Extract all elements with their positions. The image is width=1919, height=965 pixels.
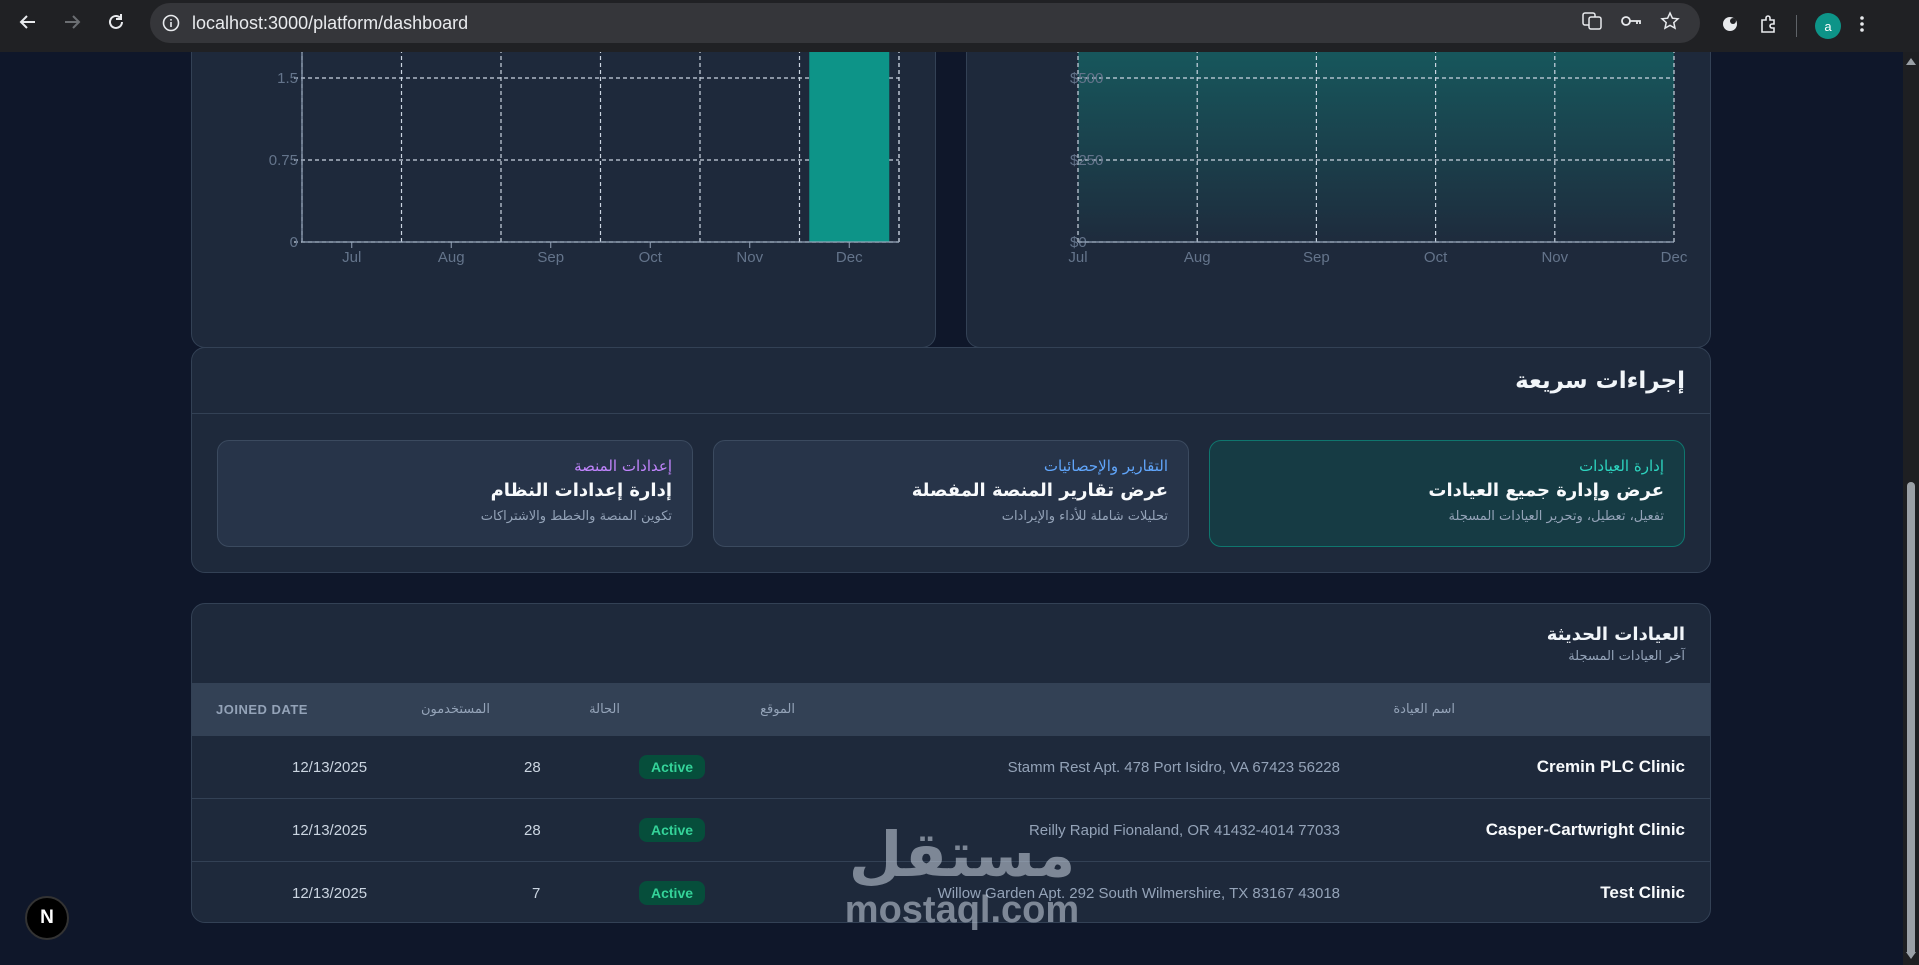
x-tick-label: Sep <box>537 249 564 266</box>
table-row[interactable]: Cremin PLC Clinic Stamm Rest Apt. 478 Po… <box>192 735 1710 798</box>
table-header: اسم العيادة الموقع الحالة المستخدمون JOI… <box>192 683 1710 735</box>
action-category: إدارة العيادات <box>1579 457 1664 475</box>
action-description: تحليلات شاملة للأداء والإيرادات <box>1001 509 1168 524</box>
clinic-joined: 12/13/2025 <box>292 884 368 902</box>
platform-settings-action[interactable]: إعدادات المنصة إدارة إعدادات النظام تكوي… <box>217 440 693 547</box>
extension-icon[interactable] <box>1720 14 1740 38</box>
x-tick-label: Nov <box>1541 249 1568 266</box>
recent-clinics-panel: العيادات الحديثة آخر العيادات المسجلة اس… <box>191 603 1711 923</box>
clinic-users: 7 <box>532 884 541 902</box>
area-chart-card: $0 $250 $500 Jul Aug Sep Oct Nov Dec <box>966 52 1711 348</box>
nextjs-dev-button[interactable]: N <box>25 896 69 940</box>
status-badge: Active <box>639 818 706 842</box>
x-tick-label: Oct <box>1424 249 1448 266</box>
x-tick-label: Nov <box>736 249 763 266</box>
menu-dots-icon[interactable] <box>1859 14 1865 38</box>
scroll-up-arrow[interactable] <box>1906 58 1916 65</box>
clinic-name[interactable]: Casper-Cartwright Clinic <box>1486 799 1685 861</box>
browser-toolbar: localhost:3000/platform/dashboard a <box>0 0 1919 52</box>
col-joined-date: JOINED DATE <box>216 701 308 717</box>
bar <box>809 52 890 242</box>
toolbar-divider <box>1796 15 1797 37</box>
extensions-area: a <box>1720 6 1865 46</box>
quick-actions-header: إجراءات سريعة <box>192 348 1710 414</box>
clinic-status: Active <box>639 862 706 922</box>
col-users: المستخدمون <box>420 701 490 717</box>
x-tick-label: Jul <box>342 249 361 266</box>
action-category: التقارير والإحصائيات <box>1043 457 1168 475</box>
y-tick-label: 1.5 <box>277 70 298 87</box>
clinic-location: Willow Garden Apt. 292 South Wilmershire… <box>937 884 1340 902</box>
clinic-location: Stamm Rest Apt. 478 Port Isidro, VA 6742… <box>1007 758 1340 776</box>
reload-icon[interactable] <box>96 2 136 42</box>
y-tick-label: $500 <box>1070 70 1103 87</box>
puzzle-icon[interactable] <box>1758 14 1778 38</box>
status-badge: Active <box>639 881 706 905</box>
recent-clinics-subtitle: آخر العيادات المسجلة <box>1568 649 1685 664</box>
clinic-status: Active <box>639 736 706 798</box>
manage-clinics-action[interactable]: إدارة العيادات عرض وإدارة جميع العيادات … <box>1209 440 1685 547</box>
clinic-status: Active <box>639 799 706 861</box>
clinic-name[interactable]: Cremin PLC Clinic <box>1537 736 1685 798</box>
table-row[interactable]: Casper-Cartwright Clinic Reilly Rapid Fi… <box>192 798 1710 861</box>
col-clinic-name: اسم العيادة <box>1393 701 1455 717</box>
site-info-icon[interactable] <box>150 14 192 32</box>
action-description: تكوين المنصة والخطط والاشتراكات <box>480 509 672 524</box>
col-location: الموقع <box>760 701 795 717</box>
bookmark-star-icon[interactable] <box>1660 11 1680 35</box>
recent-clinics-header: العيادات الحديثة آخر العيادات المسجلة <box>192 604 1710 683</box>
status-badge: Active <box>639 755 706 779</box>
action-description: تفعيل، تعطيل، وتحرير العيادات المسجلة <box>1448 509 1664 524</box>
scrollbar-thumb[interactable] <box>1907 482 1915 956</box>
clinic-name[interactable]: Test Clinic <box>1600 862 1685 922</box>
x-tick-label: Aug <box>438 249 465 266</box>
action-title: إدارة إعدادات النظام <box>490 480 672 501</box>
x-tick-label: Dec <box>1661 249 1688 266</box>
password-key-icon[interactable] <box>1620 11 1642 35</box>
bar-chart: 0 0.75 1.5 Jul Aug Sep Oct Nov Dec <box>269 52 900 266</box>
col-status: الحالة <box>589 701 620 717</box>
profile-avatar[interactable]: a <box>1815 13 1841 39</box>
clinic-joined: 12/13/2025 <box>292 821 368 839</box>
recent-clinics-title: العيادات الحديثة <box>1546 624 1685 645</box>
page-scrollbar[interactable] <box>1903 52 1919 965</box>
table-row[interactable]: Test Clinic Willow Garden Apt. 292 South… <box>192 861 1710 922</box>
back-icon[interactable] <box>8 2 48 42</box>
quick-actions-panel: إجراءات سريعة إدارة العيادات عرض وإدارة … <box>191 347 1711 573</box>
clinic-location: Reilly Rapid Fionaland, OR 41432-4014 77… <box>1028 821 1340 839</box>
y-tick-label: 0 <box>290 234 298 251</box>
bar-chart-card: 0 0.75 1.5 Jul Aug Sep Oct Nov Dec <box>191 52 936 348</box>
address-bar[interactable]: localhost:3000/platform/dashboard <box>150 3 1700 43</box>
reports-action[interactable]: التقارير والإحصائيات عرض تقارير المنصة ا… <box>713 440 1189 547</box>
x-tick-label: Dec <box>836 249 863 266</box>
x-tick-label: Sep <box>1303 249 1330 266</box>
y-tick-label: 0.75 <box>269 152 298 169</box>
scroll-down-arrow[interactable] <box>1906 952 1916 959</box>
clinic-users: 28 <box>524 758 541 776</box>
translate-icon[interactable] <box>1582 11 1602 35</box>
x-tick-label: Oct <box>639 249 663 266</box>
x-tick-label: Aug <box>1184 249 1211 266</box>
action-title: عرض تقارير المنصة المفصلة <box>911 480 1168 501</box>
x-tick-label: Jul <box>1068 249 1087 266</box>
clinic-joined: 12/13/2025 <box>292 758 368 776</box>
action-title: عرض وإدارة جميع العيادات <box>1428 480 1664 501</box>
url-text: localhost:3000/platform/dashboard <box>192 12 469 33</box>
area-fill <box>1078 52 1674 242</box>
revenue-area-chart: $0$250$500Jul Aug Sep Oct Nov Dec <box>1068 52 1688 266</box>
y-tick-label: $250 <box>1070 152 1103 169</box>
forward-icon[interactable] <box>52 2 92 42</box>
quick-actions-title: إجراءات سريعة <box>1515 367 1685 394</box>
action-category: إعدادات المنصة <box>574 457 672 475</box>
clinic-users: 28 <box>524 821 541 839</box>
